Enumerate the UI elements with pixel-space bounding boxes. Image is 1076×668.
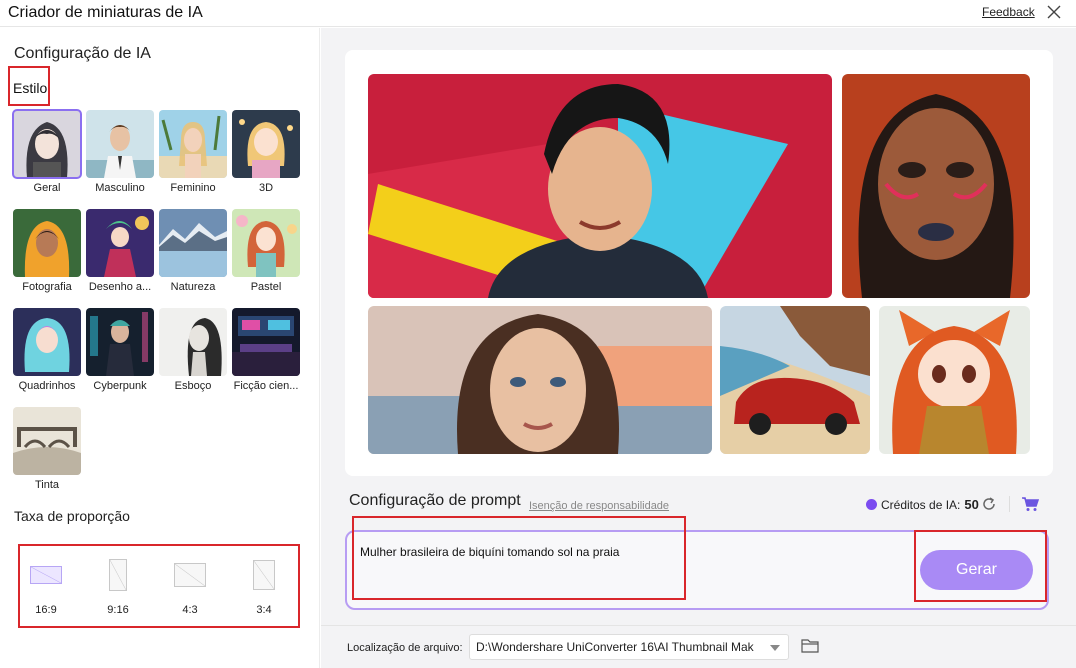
- ratio-3-4-icon: [253, 560, 275, 590]
- window-title: Criador de miniaturas de IA: [8, 4, 203, 21]
- style-label: Tinta: [34, 479, 60, 491]
- prompt-input[interactable]: Mulher brasileira de biquíni tomando sol…: [360, 545, 619, 559]
- credit-coin-icon: [866, 499, 877, 510]
- style-quadrinhos[interactable]: Quadrinhos: [13, 308, 81, 392]
- ratio-9-16[interactable]: 9:16: [88, 558, 148, 616]
- style-label: Fotografia: [22, 281, 72, 293]
- style-label: 3D: [258, 182, 274, 194]
- file-location-value: D:\Wondershare UniConverter 16\AI Thumbn…: [476, 640, 754, 654]
- pastel-character-icon: [232, 209, 300, 277]
- comic-character-icon: [13, 308, 81, 376]
- woman-beach-portrait-icon: [159, 110, 227, 178]
- mountain-lake-icon: [159, 209, 227, 277]
- feedback-link[interactable]: Feedback: [982, 5, 1035, 19]
- style-label: Ficção cien...: [233, 380, 299, 392]
- sample-gallery: [345, 50, 1053, 476]
- cartoon-character-icon: [86, 209, 154, 277]
- ratio-3-4[interactable]: 3:4: [234, 558, 294, 616]
- style-label: Cyberpunk: [93, 380, 147, 392]
- style-esboco[interactable]: Esboço: [159, 308, 227, 392]
- refresh-icon[interactable]: [981, 496, 997, 512]
- ratio-label: 4:3: [182, 604, 198, 616]
- ratio-16-9-icon: [30, 566, 62, 584]
- style-masculino[interactable]: Masculino: [86, 110, 154, 194]
- photo-portrait-icon: [13, 209, 81, 277]
- close-icon[interactable]: [1046, 4, 1062, 20]
- main-panel: Configuração de prompt Isenção de respon…: [321, 28, 1076, 668]
- ai-credits: Créditos de IA: 50: [866, 497, 979, 512]
- sample-image-woman-sunset: [368, 306, 712, 454]
- style-label: Feminino: [170, 182, 216, 194]
- ratio-label: 9:16: [107, 604, 129, 616]
- style-ficcao-cientifica[interactable]: Ficção cien...: [232, 308, 300, 392]
- ai-config-title: Configuração de IA: [14, 45, 151, 62]
- ratio-label: 16:9: [35, 604, 57, 616]
- disclaimer-link[interactable]: Isenção de responsabilidade: [529, 500, 669, 512]
- file-location-label: Localização de arquivo:: [347, 642, 463, 654]
- sketch-portrait-icon: [159, 308, 227, 376]
- prompt-config-title: Configuração de prompt: [349, 492, 521, 509]
- style-feminino[interactable]: Feminino: [159, 110, 227, 194]
- 3d-character-portrait-icon: [232, 110, 300, 178]
- credits-value: 50: [964, 497, 979, 512]
- sample-image-man-portrait: [368, 74, 832, 298]
- style-tinta[interactable]: Tinta: [13, 407, 81, 491]
- title-bar: Criador de miniaturas de IA Feedback: [0, 0, 1076, 27]
- ink-bridge-icon: [13, 407, 81, 475]
- style-desenho[interactable]: Desenho a...: [86, 209, 154, 293]
- style-pastel[interactable]: Pastel: [232, 209, 300, 293]
- scifi-room-icon: [232, 308, 300, 376]
- credits-label: Créditos de IA:: [881, 497, 961, 512]
- cyberpunk-character-icon: [86, 308, 154, 376]
- style-3d[interactable]: 3D: [232, 110, 300, 194]
- style-cyberpunk[interactable]: Cyberpunk: [86, 308, 154, 392]
- style-fotografia[interactable]: Fotografia: [13, 209, 81, 293]
- ratio-4-3[interactable]: 4:3: [160, 558, 220, 616]
- style-label: Desenho a...: [88, 281, 152, 293]
- style-geral[interactable]: Geral: [12, 109, 82, 194]
- sample-image-woman-makeup: [842, 74, 1030, 298]
- sample-image-red-car-beach: [720, 306, 870, 454]
- sample-image-anime-fox-girl: [879, 306, 1030, 454]
- file-location-bar: Localização de arquivo: D:\Wondershare U…: [321, 625, 1076, 668]
- style-label: Esboço: [174, 380, 212, 392]
- file-location-select[interactable]: D:\Wondershare UniConverter 16\AI Thumbn…: [469, 634, 789, 660]
- aspect-ratio-group: 16:9 9:16 4:3 3:4: [18, 544, 300, 628]
- folder-icon[interactable]: [801, 639, 819, 653]
- style-section-label: Estilo: [13, 80, 48, 96]
- ratio-4-3-icon: [174, 563, 206, 587]
- ratio-9-16-icon: [109, 559, 127, 591]
- ai-config-panel: Configuração de IA Estilo Geral Masculin…: [0, 28, 320, 668]
- generate-button[interactable]: Gerar: [920, 550, 1033, 590]
- style-label: Geral: [33, 182, 61, 194]
- style-label: Masculino: [95, 182, 145, 194]
- style-label: Natureza: [170, 281, 216, 293]
- style-label: Pastel: [250, 281, 282, 293]
- cart-icon[interactable]: [1021, 496, 1039, 512]
- divider: [1009, 496, 1010, 512]
- anime-girl-portrait-icon: [12, 109, 82, 179]
- ratio-label: 3:4: [256, 604, 272, 616]
- chevron-down-icon: [770, 645, 780, 651]
- ratio-16-9[interactable]: 16:9: [16, 558, 76, 616]
- man-portrait-icon: [86, 110, 154, 178]
- aspect-ratio-title: Taxa de proporção: [14, 508, 130, 524]
- style-label: Quadrinhos: [18, 380, 76, 392]
- style-natureza[interactable]: Natureza: [159, 209, 227, 293]
